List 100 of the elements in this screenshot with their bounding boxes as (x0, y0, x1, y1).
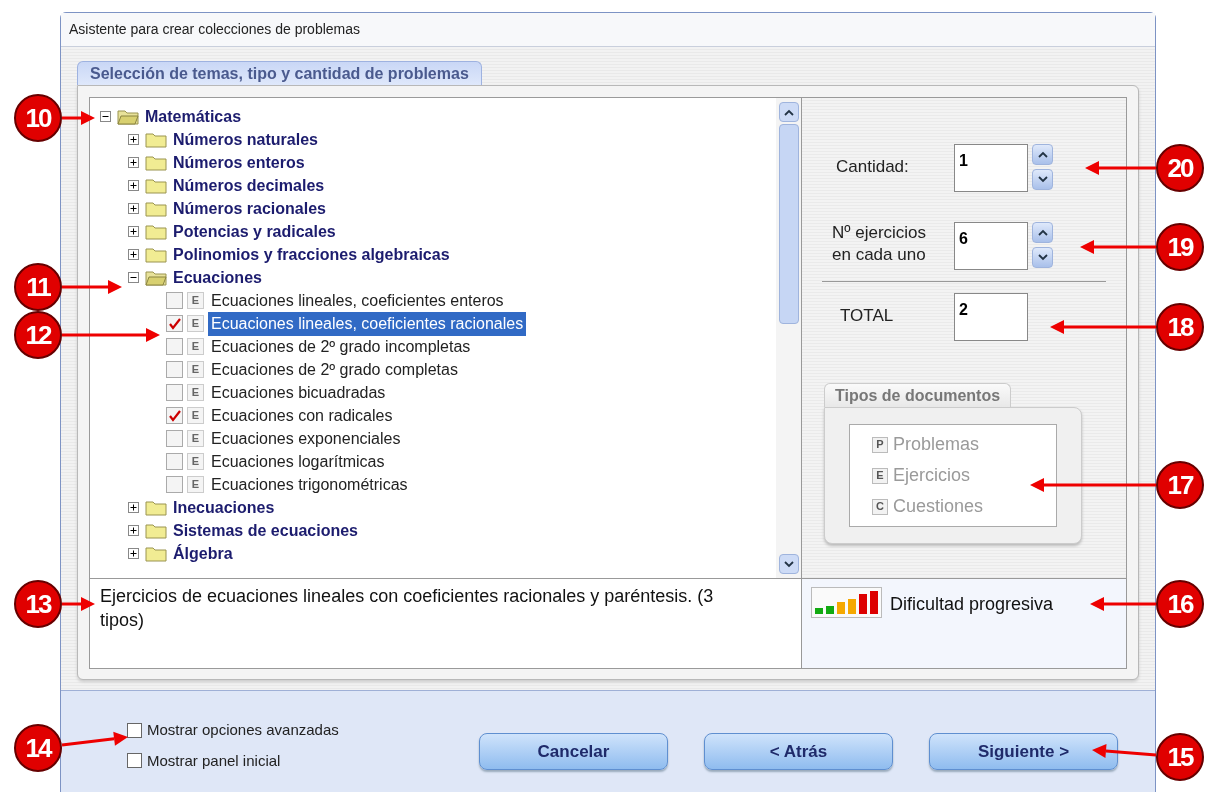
spin-up-button[interactable] (1032, 222, 1053, 243)
expand-icon[interactable] (128, 249, 139, 260)
folder-icon (145, 499, 167, 516)
tree-item[interactable]: Ecuaciones con radicales (208, 403, 396, 428)
type-badge: E (187, 407, 204, 424)
callout-number: 10 (14, 94, 62, 142)
wizard-button[interactable]: Siguiente > (929, 733, 1118, 770)
callout-number: 16 (1156, 580, 1204, 628)
callout-number: 15 (1156, 733, 1204, 781)
tree-folder[interactable]: Álgebra (173, 541, 233, 566)
tree-item[interactable]: Ecuaciones lineales, coeficientes racionales (208, 311, 527, 336)
tree-item[interactable]: Ecuaciones bicuadradas (208, 380, 389, 405)
field-label: Nº ejercicios en cada uno (831, 222, 928, 266)
tree-item[interactable]: Ecuaciones trigonométricas (208, 472, 411, 497)
type-badge: E (187, 292, 204, 309)
callout-arrow (1085, 161, 1156, 175)
expand-icon[interactable] (128, 502, 139, 513)
checkbox[interactable] (127, 722, 142, 738)
tree-folder[interactable]: Números enteros (173, 150, 305, 175)
folder-icon (145, 223, 167, 240)
tree-folder[interactable]: Inecuaciones (173, 495, 275, 520)
window-title: Asistente para crear colecciones de problemas (69, 20, 361, 39)
spin-down-button[interactable] (1032, 169, 1053, 190)
topic-description: Ejercicios de ecuaciones lineales con coeficientes racionales y paréntesis. (3 tipos) (100, 586, 714, 630)
spin-up-button[interactable] (1032, 144, 1053, 165)
number-field[interactable]: 1 (954, 144, 1028, 192)
checkbox[interactable] (166, 292, 183, 309)
checkbox[interactable] (166, 338, 183, 355)
checkbox[interactable] (166, 361, 183, 378)
folder-icon (117, 108, 139, 125)
callout-number: 14 (14, 724, 62, 772)
tree-item[interactable]: Ecuaciones exponenciales (208, 426, 404, 451)
expand-icon[interactable] (128, 134, 139, 145)
callout-number: 12 (14, 311, 62, 359)
checkbox[interactable] (166, 407, 183, 424)
caret-up-icon (1037, 151, 1048, 158)
callout-arrow (1090, 597, 1156, 611)
tree-folder[interactable]: Potencias y radicales (173, 219, 336, 244)
scrollbar[interactable] (776, 98, 801, 578)
tree-folder[interactable]: Matemáticas (145, 104, 242, 129)
option-label[interactable]: Mostrar panel inicial (147, 749, 281, 772)
folder-icon (145, 246, 167, 263)
callout-number: 19 (1156, 223, 1204, 271)
checkbox[interactable] (166, 430, 183, 447)
tree-item[interactable]: Ecuaciones de 2º grado completas (208, 357, 461, 382)
caret-down-icon (1037, 176, 1048, 183)
tree-folder[interactable]: Polinomios y fracciones algebraicas (173, 242, 450, 267)
tree-item[interactable]: Ecuaciones de 2º grado incompletas (208, 334, 474, 359)
expand-icon[interactable] (128, 203, 139, 214)
checkbox[interactable] (166, 453, 183, 470)
type-badge: E (187, 430, 204, 447)
type-badge: E (187, 476, 204, 493)
expand-icon[interactable] (128, 525, 139, 536)
section-tab[interactable]: Selección de temas, tipo y cantidad de problemas (77, 61, 482, 85)
tree-folder[interactable]: Números racionales (173, 196, 326, 221)
wizard-button[interactable]: < Atrás (704, 733, 893, 770)
checkbox[interactable] (127, 753, 142, 769)
type-badge: E (872, 467, 888, 484)
checkbox[interactable] (166, 476, 183, 493)
expand-icon[interactable] (128, 548, 139, 559)
tree-folder[interactable]: Ecuaciones (173, 265, 262, 290)
folder-icon (145, 131, 167, 148)
callout-number: 11 (14, 263, 62, 311)
checkbox[interactable] (166, 315, 183, 332)
number-field[interactable]: 6 (954, 222, 1028, 270)
tree-item[interactable]: Ecuaciones lineales, coeficientes enteros (208, 288, 507, 313)
callout-arrow (62, 111, 95, 125)
field-label: Cantidad: (835, 156, 910, 178)
callout-number: 18 (1156, 303, 1204, 351)
wizard-button[interactable]: Cancelar (479, 733, 668, 770)
tree-folder[interactable]: Números naturales (173, 127, 318, 152)
collapse-icon[interactable] (100, 111, 111, 122)
spin-down-button[interactable] (1032, 247, 1053, 268)
callout-number: 17 (1156, 461, 1204, 509)
type-badge: E (187, 384, 204, 401)
callout-number: 13 (14, 580, 62, 628)
type-badge: P (872, 436, 888, 453)
folder-icon (145, 177, 167, 194)
callout-arrow (62, 597, 95, 611)
number-field[interactable]: 2 (954, 293, 1028, 341)
callout-arrow (62, 280, 122, 294)
type-badge: C (872, 498, 888, 515)
caret-up-icon (1037, 229, 1048, 236)
expand-icon[interactable] (128, 226, 139, 237)
collapse-icon[interactable] (128, 272, 139, 283)
type-badge: E (187, 453, 204, 470)
checkbox[interactable] (166, 384, 183, 401)
folder-icon (145, 269, 167, 286)
tree-item[interactable]: Ecuaciones logarítmicas (208, 449, 388, 474)
field-label: TOTAL (839, 305, 895, 327)
folder-icon (145, 154, 167, 171)
caret-down-icon (783, 560, 794, 568)
type-badge: E (187, 361, 204, 378)
caret-up-icon (783, 108, 794, 116)
folder-icon (145, 545, 167, 562)
tree-folder[interactable]: Sistemas de ecuaciones (173, 518, 358, 543)
tree-folder[interactable]: Números decimales (173, 173, 325, 198)
option-label[interactable]: Mostrar opciones avanzadas (147, 719, 339, 742)
expand-icon[interactable] (128, 157, 139, 168)
expand-icon[interactable] (128, 180, 139, 191)
